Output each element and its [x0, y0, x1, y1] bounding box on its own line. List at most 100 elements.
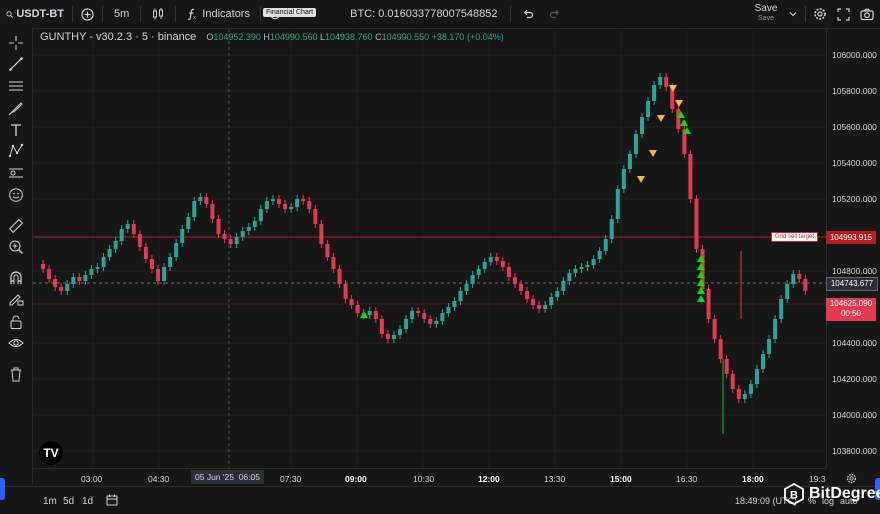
- candle-body: [331, 257, 336, 269]
- candle-body: [289, 207, 294, 209]
- divider: [509, 6, 511, 22]
- svg-text:x: x: [193, 15, 196, 20]
- candle-body: [101, 257, 106, 267]
- candle-body: [283, 204, 288, 209]
- chevron-down-icon: [789, 12, 797, 17]
- add-symbol-button[interactable]: [75, 0, 100, 28]
- candle-body: [398, 329, 402, 335]
- chart-pane[interactable]: TV: [33, 29, 826, 485]
- time-label: 03:00: [81, 474, 103, 484]
- crosshair-icon[interactable]: [8, 35, 24, 51]
- trash-icon[interactable]: [8, 366, 24, 382]
- candle-body: [343, 284, 348, 299]
- candlestick-chart[interactable]: [33, 29, 826, 468]
- buy-marker: [360, 311, 368, 318]
- goto-date-button[interactable]: [106, 494, 118, 509]
- candle-body: [71, 277, 76, 284]
- symbol-search-button[interactable]: USDT-BT: [0, 0, 70, 28]
- candle-body: [549, 297, 554, 305]
- candle-body: [234, 237, 239, 244]
- undo-button[interactable]: [513, 0, 543, 28]
- save-dropdown-button[interactable]: [789, 11, 803, 17]
- lock-pencil-icon[interactable]: [8, 291, 24, 307]
- candle-body: [246, 227, 251, 231]
- candle-body: [428, 319, 433, 324]
- bitdegree-logo: B BitDegree: [784, 483, 880, 505]
- time-label: 18:00: [742, 474, 764, 484]
- range-button-5d[interactable]: 5d: [63, 496, 74, 507]
- divider: [72, 6, 73, 22]
- last-price-tag: 104625.090 00:50: [826, 298, 876, 321]
- last-price-value: 104625.090: [829, 299, 873, 308]
- candle-body: [391, 335, 396, 339]
- range-button-1m[interactable]: 1m: [43, 496, 57, 507]
- horizontal-lines-icon[interactable]: [8, 78, 24, 94]
- svg-text:B: B: [790, 490, 798, 502]
- candle-body: [706, 289, 711, 319]
- zoom-in-icon[interactable]: [8, 239, 24, 255]
- text-tool-icon[interactable]: [8, 122, 24, 138]
- price-label: 104800.000: [832, 266, 877, 276]
- candle-body: [652, 85, 657, 101]
- interval-button[interactable]: 5m: [105, 0, 138, 28]
- candle-body: [712, 319, 717, 339]
- screenshot-button[interactable]: [855, 0, 880, 28]
- lock-icon[interactable]: [8, 314, 24, 330]
- candle-body: [803, 279, 808, 291]
- plus-circle-icon: [81, 7, 94, 21]
- bar-countdown: 00:50: [840, 309, 862, 318]
- brush-icon[interactable]: [8, 100, 24, 116]
- candle-body: [107, 249, 112, 257]
- time-label: 10:30: [413, 474, 435, 484]
- candle-body: [579, 267, 584, 269]
- save-button[interactable]: Save Save: [743, 4, 789, 24]
- ohlc-values: O104952.390 H104990.560 L104938.760 C104…: [206, 32, 503, 42]
- candle-body: [591, 259, 596, 265]
- price-label: 105400.000: [832, 158, 877, 168]
- ruler-icon[interactable]: [8, 218, 24, 234]
- candle-body: [385, 334, 390, 339]
- smiley-icon[interactable]: [8, 187, 24, 203]
- time-label: 13:30: [544, 474, 566, 484]
- settings-button[interactable]: [808, 0, 832, 28]
- candle-body: [41, 264, 46, 269]
- crosshair-date-tag: 05 Jun '25 06:05: [191, 470, 264, 484]
- range-button-1d[interactable]: 1d: [82, 496, 93, 507]
- grid-sell-target-price-tag: 104993.915: [826, 231, 876, 244]
- candle-body: [270, 199, 275, 201]
- left-edge-handle[interactable]: [0, 478, 5, 500]
- undo-icon: [523, 9, 533, 19]
- trend-line-icon[interactable]: [8, 56, 24, 72]
- candle-body: [646, 101, 651, 117]
- candle-body: [252, 221, 257, 227]
- fullscreen-button[interactable]: [832, 0, 855, 28]
- tradingview-logo[interactable]: TV: [39, 441, 63, 465]
- candle-body: [77, 277, 82, 281]
- candle-body: [506, 267, 511, 277]
- chart-type-button[interactable]: [143, 0, 173, 28]
- candle-body: [168, 257, 173, 267]
- candle-body: [313, 209, 318, 224]
- forecast-icon[interactable]: [8, 165, 24, 181]
- candle-body: [482, 262, 487, 269]
- time-label: 07:30: [280, 474, 302, 484]
- magnet-icon[interactable]: [8, 270, 24, 286]
- candle-body: [131, 224, 136, 234]
- candle-body: [192, 201, 197, 217]
- candle-body: [797, 274, 802, 279]
- redo-button[interactable]: [543, 0, 567, 28]
- eye-icon[interactable]: [8, 335, 24, 351]
- candle-body: [561, 281, 566, 291]
- time-axis[interactable]: 03:00 04:30 07:30 09:00 10:30 12:00 13:3…: [33, 468, 826, 486]
- time-label: 09:00: [345, 474, 367, 484]
- candle-body: [337, 269, 342, 284]
- save-label: Save: [754, 3, 778, 14]
- save-sublabel: Save: [758, 15, 774, 22]
- indicators-button[interactable]: x Indicators: [178, 0, 258, 28]
- pattern-icon[interactable]: [8, 143, 24, 159]
- candle-body: [216, 219, 221, 234]
- price-axis[interactable]: 106000.000 105800.000 105600.000 105400.…: [826, 29, 880, 468]
- drawing-toolbar: [0, 28, 33, 500]
- high-value: 104990.560: [269, 32, 318, 42]
- candle-body: [53, 279, 58, 287]
